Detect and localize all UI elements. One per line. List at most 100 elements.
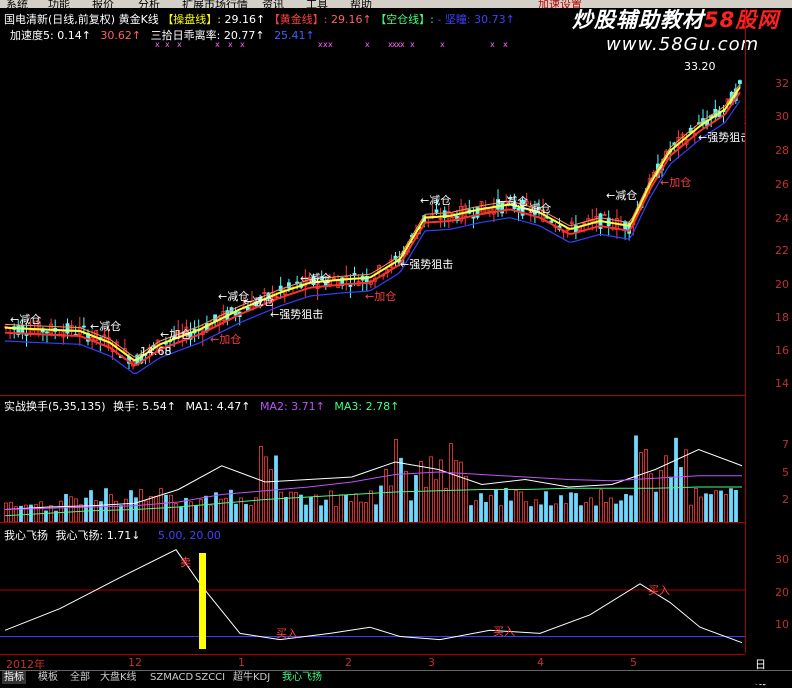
volume-tick-5: 5 <box>782 466 789 479</box>
osc-label: 买入 <box>648 584 670 597</box>
price-annotation: ←减仓 <box>218 289 249 303</box>
tab-all[interactable]: 全部 <box>68 671 92 684</box>
volume-bar <box>4 502 8 523</box>
price-annotation: 33.20 <box>684 60 716 73</box>
tab-indicator[interactable]: 指标 <box>2 671 26 684</box>
volume-bar <box>204 495 208 523</box>
price-tick-32: 32 <box>775 77 789 90</box>
tab-wxfy[interactable]: 我心飞扬 <box>280 671 324 684</box>
x-tick-4: 4 <box>537 656 544 669</box>
candle-body <box>82 325 86 328</box>
x-tick-1: 1 <box>238 656 245 669</box>
volume-bar <box>389 485 393 523</box>
volume-bar <box>264 456 268 523</box>
volume-bar <box>294 492 298 523</box>
tab-kdj[interactable]: 超牛KDJ <box>231 671 272 684</box>
volume-bar <box>734 489 738 523</box>
volume-bar <box>729 488 733 523</box>
price-annotation: ←强势狙击 <box>270 308 323 321</box>
volume-bar <box>84 497 88 523</box>
volume-bar <box>484 502 488 523</box>
candle-body <box>45 331 49 334</box>
osc-tick-30: 30 <box>775 553 789 566</box>
panel-separator-2 <box>0 522 745 523</box>
candle-body <box>434 209 439 213</box>
volume-bar <box>259 446 263 523</box>
volume-bar <box>689 504 693 523</box>
volume-bar <box>289 491 293 523</box>
volume-bar <box>189 501 193 523</box>
volume-bar <box>514 490 518 523</box>
volume-bar <box>309 496 313 523</box>
volume-bar <box>359 501 363 523</box>
volume-bar <box>394 439 398 523</box>
price-tick-28: 28 <box>775 144 789 157</box>
volume-bar <box>694 488 698 523</box>
price-tick-26: 26 <box>775 178 789 191</box>
volume-bar <box>279 491 283 523</box>
volume-bar <box>579 505 583 523</box>
volume-bar <box>74 498 78 523</box>
signal-marker: x <box>440 40 445 49</box>
volume-bar <box>719 490 723 523</box>
signal-marker: x <box>165 40 170 49</box>
volume-bar <box>9 501 13 523</box>
signal-marker: x <box>328 40 333 49</box>
price-annotation: ←加仓 <box>660 175 691 189</box>
volume-bar <box>429 456 433 523</box>
signal-marker: x <box>215 40 220 49</box>
signal-marker: x <box>400 40 405 49</box>
signal-marker: x <box>155 40 160 49</box>
volume-ma2: MA2: 3.71↑ <box>259 400 325 413</box>
volume-bar <box>364 502 368 523</box>
volume-bar <box>679 467 683 523</box>
signal-marker: x <box>228 40 233 49</box>
candle-body <box>352 273 357 276</box>
price-tick-18: 18 <box>775 311 789 324</box>
volume-bar <box>499 505 503 523</box>
volume-bar <box>154 495 158 523</box>
osc-tick-10: 10 <box>775 618 789 631</box>
price-tick-22: 22 <box>775 244 789 257</box>
tab-template[interactable]: 模板 <box>36 671 60 684</box>
volume-bar <box>284 497 288 523</box>
volume-bar <box>254 497 258 523</box>
volume-bar <box>614 503 618 523</box>
volume-bar <box>724 494 728 523</box>
osc-label: 买入 <box>493 625 515 638</box>
volume-bar <box>469 505 473 523</box>
volume-bar <box>664 455 668 523</box>
price-annotation: ←加仓 <box>210 332 241 346</box>
volume-bar <box>234 503 238 523</box>
price-tick-16: 16 <box>775 344 789 357</box>
tab-index-k[interactable]: 大盘K线 <box>98 671 139 684</box>
indicator-tabs: 指标 模板 全部 大盘K线 SZMACD SZCCI 超牛KDJ 我心飞扬 <box>0 670 792 684</box>
candle-body <box>65 323 70 334</box>
signal-marker: x <box>490 40 495 49</box>
osc-label: 卖 <box>180 556 191 569</box>
panel-separator-1 <box>0 395 745 396</box>
volume-bar <box>704 493 708 523</box>
volume-bar <box>509 500 513 523</box>
volume-bar <box>274 455 278 523</box>
volume-bar <box>449 443 453 523</box>
volume-bar <box>169 494 173 523</box>
price-annotation: ←加仓 <box>365 289 396 303</box>
x-tick-2: 2 <box>345 656 352 669</box>
volume-bar <box>344 495 348 523</box>
volume-name: 实战换手(5,35,135) <box>4 400 106 413</box>
signal-marker: x <box>503 40 508 49</box>
volume-bar <box>69 496 73 523</box>
volume-bar <box>674 437 678 523</box>
tab-szmacd[interactable]: SZMACD <box>148 671 195 684</box>
volume-tick-7: 7 <box>782 438 789 451</box>
tab-szcci[interactable]: SZCCI <box>193 671 227 684</box>
volume-bar <box>229 489 233 523</box>
osc-tick-20: 20 <box>775 586 789 599</box>
signal-marker: x <box>365 40 370 49</box>
volume-bar <box>559 495 563 523</box>
candle-body <box>738 80 742 84</box>
signal-marker: x <box>177 40 182 49</box>
volume-bar <box>479 493 483 523</box>
volume-bar <box>554 503 558 523</box>
